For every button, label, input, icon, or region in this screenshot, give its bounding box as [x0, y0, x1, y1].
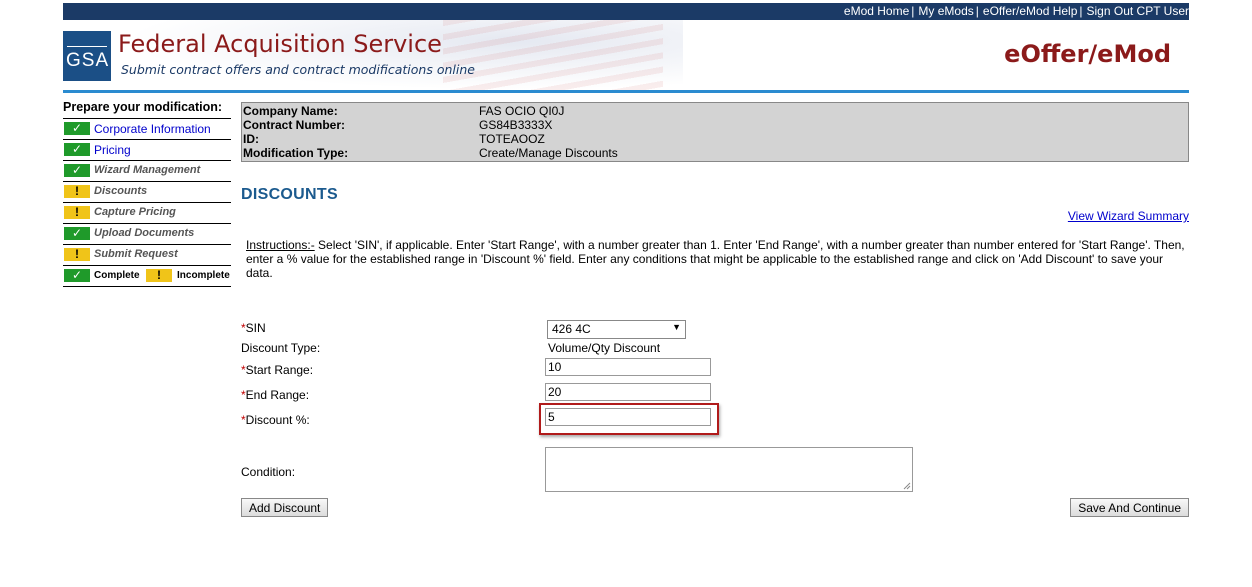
end-range-label-text: End Range: — [245, 388, 310, 402]
nav-separator: | — [975, 4, 979, 18]
company-name-label: Company Name: — [243, 104, 338, 118]
nav-my-emods-link[interactable]: My eMods — [918, 4, 973, 18]
modification-type-label: Modification Type: — [243, 146, 349, 160]
complete-check-icon: ✓ — [64, 164, 90, 177]
nav-help-link[interactable]: eOffer/eMod Help — [983, 4, 1078, 18]
sidebar-item-corporate-information[interactable]: ✓ Corporate Information — [63, 119, 231, 140]
incomplete-warning-icon: ! — [146, 269, 172, 282]
discount-type-value: Volume/Qty Discount — [548, 341, 661, 355]
top-nav-bar: eMod Home | My eMods | eOffer/eMod Help | Sign… — [63, 3, 1189, 20]
gsa-logo: GSA — [63, 31, 111, 81]
add-discount-button[interactable]: Add Discount — [241, 498, 329, 517]
header-divider — [63, 90, 1189, 93]
top-nav-links: eMod Home | My eMods | eOffer/eMod Help | Sign… — [844, 4, 1189, 18]
highlight-annotation-box — [539, 403, 719, 435]
modification-type-value: Create/Manage Discounts — [479, 146, 618, 160]
view-wizard-summary-link[interactable]: View Wizard Summary — [1068, 209, 1189, 223]
complete-check-icon: ✓ — [64, 227, 90, 240]
legend-complete-label: Complete — [94, 270, 140, 281]
sidebar-item-label: Upload Documents — [94, 227, 195, 239]
sin-selected-value: 426 4C — [552, 322, 591, 336]
complete-check-icon: ✓ — [64, 122, 90, 135]
instructions-text: Instructions:- Select 'SIN', if applicab… — [246, 238, 1186, 280]
contract-info-box: Company Name: FAS OCIO QI0J Contract Num… — [241, 102, 1189, 162]
sidebar-item-discounts: ! Discounts — [63, 182, 231, 203]
discount-type-label: Discount Type: — [241, 341, 321, 355]
sidebar-item-wizard-management: ✓ Wizard Management — [63, 161, 231, 182]
legend-incomplete-label: Incomplete — [177, 270, 230, 281]
start-range-input[interactable] — [545, 358, 711, 376]
sidebar-item-submit-request: ! Submit Request — [63, 245, 231, 266]
sidebar-item-label: Capture Pricing — [94, 206, 176, 218]
save-and-continue-button[interactable]: Save And Continue — [1070, 498, 1189, 517]
nav-separator: | — [1079, 4, 1083, 18]
contract-number-value: GS84B3333X — [479, 118, 553, 132]
incomplete-warning-icon: ! — [64, 248, 90, 261]
nav-emod-home-link[interactable]: eMod Home — [844, 4, 909, 18]
flag-stripes — [443, 20, 663, 90]
id-value: TOTEAOOZ — [479, 132, 545, 146]
site-header: GSA Federal Acquisition Service Submit c… — [63, 20, 1189, 91]
sidebar-item-label[interactable]: Pricing — [94, 143, 131, 157]
sidebar-item-label: Wizard Management — [94, 164, 201, 176]
sidebar-item-label: Submit Request — [94, 248, 178, 260]
sin-label: *SIN — [241, 321, 266, 335]
sidebar-item-upload-documents: ✓ Upload Documents — [63, 224, 231, 245]
page-title: DISCOUNTS — [241, 186, 338, 203]
complete-check-icon: ✓ — [64, 143, 90, 156]
instructions-label: Instructions:- — [246, 238, 315, 252]
status-legend: ✓ Complete ! Incomplete — [63, 266, 231, 287]
condition-textarea[interactable] — [545, 447, 913, 492]
condition-label: Condition: — [241, 465, 296, 479]
modification-steps-sidebar: Prepare your modification: ✓ Corporate I… — [63, 100, 231, 287]
start-range-label: *Start Range: — [241, 363, 313, 377]
sidebar-item-pricing[interactable]: ✓ Pricing — [63, 140, 231, 161]
incomplete-warning-icon: ! — [64, 206, 90, 219]
nav-sign-out-link[interactable]: Sign Out CPT User — [1087, 4, 1189, 18]
sidebar-item-label: Discounts — [94, 185, 148, 197]
sidebar-item-capture-pricing: ! Capture Pricing — [63, 203, 231, 224]
sin-select[interactable]: 426 4C ▼ — [547, 320, 686, 339]
id-label: ID: — [243, 132, 259, 146]
app-name: eOffer/eMod — [1004, 40, 1171, 68]
incomplete-warning-icon: ! — [64, 185, 90, 198]
gsa-logo-text: GSA — [66, 50, 110, 71]
dropdown-arrow-icon: ▼ — [672, 322, 681, 332]
instructions-body: Select 'SIN', if applicable. Enter 'Star… — [246, 238, 1185, 280]
discount-percent-label: *Discount %: — [241, 413, 310, 427]
nav-separator: | — [911, 4, 915, 18]
contract-number-label: Contract Number: — [243, 118, 346, 132]
logo-rule — [67, 46, 107, 47]
site-subtitle: Submit contract offers and contract modi… — [121, 62, 475, 77]
sidebar-heading: Prepare your modification: — [63, 100, 231, 119]
discount-percent-label-text: Discount %: — [245, 413, 310, 427]
resize-grip-icon[interactable] — [903, 482, 911, 490]
end-range-label: *End Range: — [241, 388, 309, 402]
company-name-value: FAS OCIO QI0J — [479, 104, 565, 118]
site-title: Federal Acquisition Service — [118, 30, 442, 58]
complete-check-icon: ✓ — [64, 269, 90, 282]
sin-label-text: SIN — [245, 321, 266, 335]
end-range-input[interactable] — [545, 383, 711, 401]
start-range-label-text: Start Range: — [245, 363, 314, 377]
sidebar-item-label[interactable]: Corporate Information — [94, 122, 211, 136]
